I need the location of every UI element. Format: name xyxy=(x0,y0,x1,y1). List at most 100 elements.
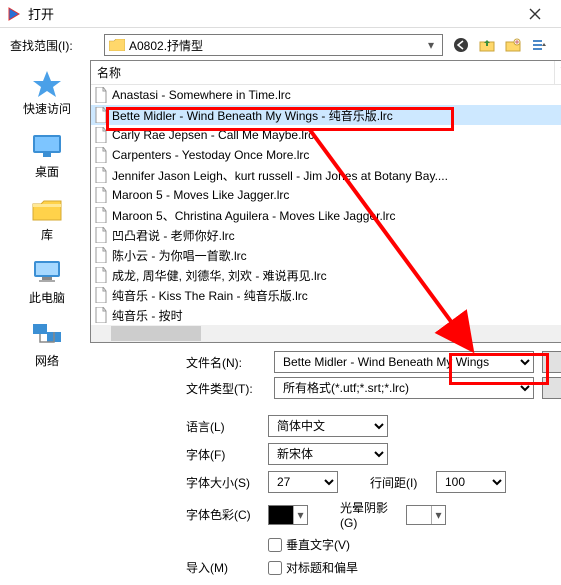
halo-picker[interactable]: ▾ xyxy=(406,505,446,525)
window-title: 打开 xyxy=(28,4,515,23)
chevron-down-icon: ▾ xyxy=(293,506,307,524)
file-list[interactable]: Anastasi - Somewhere in Time.lrc Bette Mi… xyxy=(91,85,561,325)
file-row[interactable]: 成龙, 周华健, 刘德华, 刘欢 - 难说再见.lrc xyxy=(91,265,561,285)
file-row[interactable]: Maroon 5 - Moves Like Jagger.lrc xyxy=(91,185,561,205)
file-row[interactable]: 纯音乐 - 按时 xyxy=(91,305,561,325)
file-row[interactable]: Jennifer Jason Leigh、kurt russell - Jim … xyxy=(91,165,561,185)
file-row[interactable]: Anastasi - Somewhere in Time.lrc xyxy=(91,85,561,105)
file-icon xyxy=(94,87,108,103)
sidebar-item-libraries[interactable]: 库 xyxy=(10,190,84,247)
file-name: Anastasi - Somewhere in Time.lrc xyxy=(112,88,291,102)
file-name: 陈小云 - 为你唱一首歌.lrc xyxy=(112,247,247,264)
nav-newfolder-button[interactable] xyxy=(501,34,525,56)
filetype-label: 文件类型(T): xyxy=(186,380,266,397)
column-name[interactable]: 名称 xyxy=(91,61,555,84)
file-row[interactable]: Carly Rae Jepsen - Call Me Maybe.lrc xyxy=(91,125,561,145)
nav-back-button[interactable] xyxy=(449,34,473,56)
file-icon xyxy=(94,147,108,163)
sidebar-item-this-pc[interactable]: 此电脑 xyxy=(10,253,84,310)
fontcolor-picker[interactable]: ▾ xyxy=(268,505,308,525)
import-title-label: 对标题和偏旱 xyxy=(286,559,358,576)
halo-label: 光晕阴影(G) xyxy=(340,499,402,530)
file-icon xyxy=(94,207,108,223)
places-sidebar: 快速访问 桌面 库 此电脑 网络 xyxy=(10,60,84,582)
file-name: Bette Midler - Wind Beneath My Wings - 纯… xyxy=(112,107,393,124)
vertical-text-label: 垂直文字(V) xyxy=(286,536,350,553)
app-icon xyxy=(6,6,22,22)
file-name: Carly Rae Jepsen - Call Me Maybe.lrc xyxy=(112,128,314,142)
linespacing-label: 行间距(I) xyxy=(370,474,432,491)
file-icon xyxy=(94,227,108,243)
nav-up-button[interactable] xyxy=(475,34,499,56)
sidebar-item-label: 快速访问 xyxy=(23,100,71,117)
lookin-label: 查找范围(I): xyxy=(10,37,98,54)
sidebar-item-desktop[interactable]: 桌面 xyxy=(10,127,84,184)
view-menu-icon xyxy=(531,37,547,53)
language-label: 语言(L) xyxy=(186,418,264,435)
close-button[interactable] xyxy=(515,1,555,27)
vertical-text-checkbox[interactable] xyxy=(268,538,282,552)
file-name: Maroon 5、Christina Aguilera - Moves Like… xyxy=(112,207,395,224)
fontsize-label: 字体大小(S) xyxy=(186,474,264,491)
import-label: 导入(M) xyxy=(186,559,264,576)
libraries-icon xyxy=(29,194,65,224)
folder-up-icon xyxy=(479,37,495,53)
color-swatch-icon xyxy=(269,506,293,524)
file-row[interactable]: 纯音乐 - Kiss The Rain - 纯音乐版.lrc xyxy=(91,285,561,305)
lookin-dropdown[interactable]: A0802.抒情型 ▾ xyxy=(104,34,443,56)
file-name: Carpenters - Yestoday Once More.lrc xyxy=(112,148,309,162)
file-row[interactable]: 凹凸君说 - 老师你好.lrc xyxy=(91,225,561,245)
new-folder-icon xyxy=(505,37,521,53)
scrollbar-thumb[interactable] xyxy=(111,326,201,341)
file-icon xyxy=(94,247,108,263)
lookin-text: A0802.抒情型 xyxy=(129,37,424,54)
file-name: 纯音乐 - Kiss The Rain - 纯音乐版.lrc xyxy=(112,287,308,304)
chevron-down-icon: ▾ xyxy=(424,38,438,52)
linespacing-select[interactable]: 100 xyxy=(436,471,506,493)
file-icon xyxy=(94,167,108,183)
file-icon xyxy=(94,307,108,323)
file-name: Maroon 5 - Moves Like Jagger.lrc xyxy=(112,188,289,202)
file-name: Jennifer Jason Leigh、kurt russell - Jim … xyxy=(112,167,448,184)
font-label: 字体(F) xyxy=(186,446,264,463)
horizontal-scrollbar[interactable] xyxy=(91,325,561,342)
filename-input[interactable]: Bette Midler - Wind Beneath My Wings xyxy=(274,351,534,373)
nav-view-button[interactable] xyxy=(527,34,551,56)
file-name: 纯音乐 - 按时 xyxy=(112,307,183,324)
file-icon xyxy=(94,287,108,303)
this-pc-icon xyxy=(29,257,65,287)
language-select[interactable]: 简体中文 xyxy=(268,415,388,437)
file-icon xyxy=(94,107,108,123)
folder-icon xyxy=(109,39,125,51)
color-swatch-icon xyxy=(407,506,431,524)
quick-access-icon xyxy=(29,68,65,98)
file-icon xyxy=(94,187,108,203)
file-list-header[interactable]: 名称 ^ # xyxy=(91,61,561,85)
fontsize-select[interactable]: 27 xyxy=(268,471,338,493)
sidebar-item-quick-access[interactable]: 快速访问 xyxy=(10,64,84,121)
file-row[interactable]: Maroon 5、Christina Aguilera - Moves Like… xyxy=(91,205,561,225)
file-row[interactable]: Carpenters - Yestoday Once More.lrc xyxy=(91,145,561,165)
open-button[interactable]: 打开(O) xyxy=(542,351,561,373)
sidebar-item-label: 库 xyxy=(41,226,53,243)
file-icon xyxy=(94,127,108,143)
network-icon xyxy=(29,320,65,350)
sidebar-item-label: 网络 xyxy=(35,352,59,369)
sidebar-item-network[interactable]: 网络 xyxy=(10,316,84,373)
file-row[interactable]: 陈小云 - 为你唱一首歌.lrc xyxy=(91,245,561,265)
nav-back-icon xyxy=(453,37,469,53)
cancel-button[interactable]: 取消 xyxy=(542,377,561,399)
import-checkbox[interactable] xyxy=(268,561,282,575)
close-icon xyxy=(529,8,541,20)
filename-label: 文件名(N): xyxy=(186,354,266,371)
file-icon xyxy=(94,267,108,283)
filetype-select[interactable]: 所有格式(*.utf;*.srt;*.lrc) xyxy=(274,377,534,399)
file-list-pane: 名称 ^ # Anastasi - Somewhere in Time.lrc B… xyxy=(90,60,561,343)
desktop-icon xyxy=(29,131,65,161)
sort-indicator-icon: ^ xyxy=(555,61,561,84)
file-name: 成龙, 周华健, 刘德华, 刘欢 - 难说再见.lrc xyxy=(112,267,327,284)
sidebar-item-label: 桌面 xyxy=(35,163,59,180)
font-select[interactable]: 新宋体 xyxy=(268,443,388,465)
sidebar-item-label: 此电脑 xyxy=(29,289,65,306)
file-row[interactable]: Bette Midler - Wind Beneath My Wings - 纯… xyxy=(91,105,561,125)
